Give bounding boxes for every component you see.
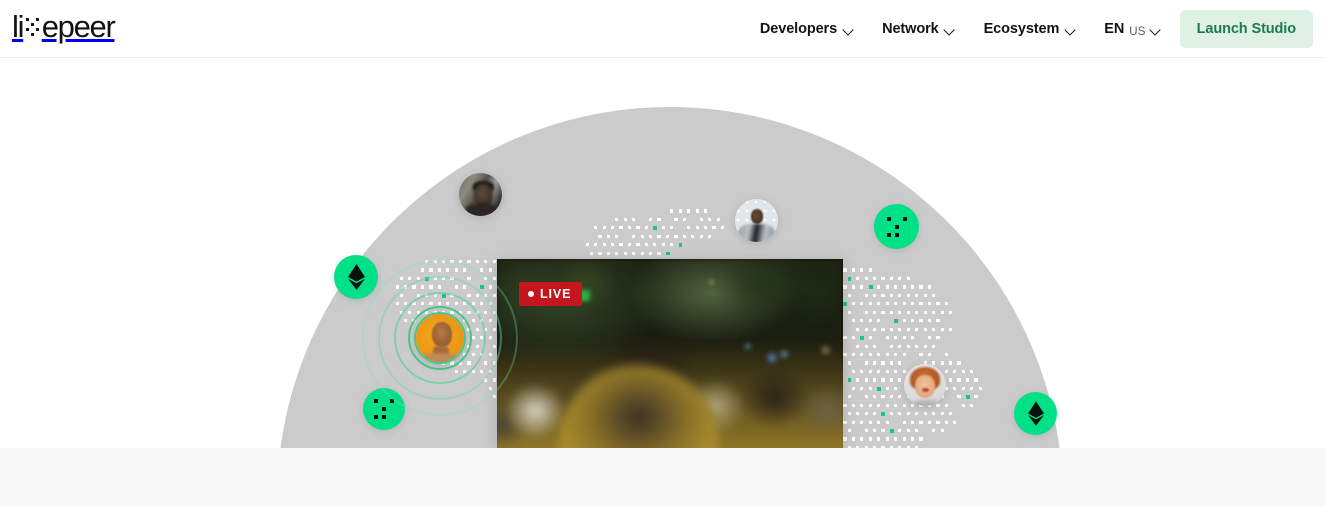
logo-wordmark: li epeer bbox=[12, 8, 116, 44]
language-selector[interactable]: EN US bbox=[1090, 13, 1171, 45]
page-root: li epeer Developers Network Ecosystem EN… bbox=[0, 0, 1325, 506]
live-video-card[interactable]: LIVE bbox=[497, 259, 843, 448]
hero-section: LIVE bbox=[0, 59, 1325, 448]
livepeer-dot-matrix-mark-icon bbox=[374, 399, 394, 419]
language-code: EN bbox=[1104, 21, 1125, 37]
nav-item-ecosystem-label: Ecosystem bbox=[983, 21, 1060, 37]
avatar-image bbox=[459, 173, 502, 216]
page-body: LIVE bbox=[0, 59, 1325, 506]
livepeer-badge-top[interactable] bbox=[874, 204, 919, 249]
livepeer-badge-left[interactable] bbox=[363, 388, 405, 430]
avatar-image bbox=[904, 364, 946, 406]
livepeer-dot-matrix-mark-icon bbox=[26, 18, 40, 36]
logo-link[interactable]: li epeer bbox=[12, 7, 116, 45]
avatar-top-left[interactable] bbox=[459, 173, 502, 216]
nav-item-developers[interactable]: Developers bbox=[746, 13, 868, 45]
nav-item-developers-label: Developers bbox=[759, 21, 838, 37]
live-status-badge: LIVE bbox=[519, 282, 583, 306]
avatar-image bbox=[735, 199, 778, 242]
chevron-down-icon bbox=[1151, 26, 1162, 33]
avatar-image bbox=[414, 312, 466, 364]
nav-item-ecosystem[interactable]: Ecosystem bbox=[970, 13, 1091, 45]
nav-item-network[interactable]: Network bbox=[868, 13, 970, 45]
nav-item-network-label: Network bbox=[882, 21, 939, 37]
launch-studio-button[interactable]: Launch Studio bbox=[1179, 10, 1313, 48]
livepeer-icon bbox=[363, 388, 405, 430]
live-badge-label: LIVE bbox=[540, 287, 572, 301]
eth-badge-right[interactable] bbox=[1014, 392, 1057, 435]
chevron-down-icon bbox=[1065, 26, 1076, 33]
eth-badge-left[interactable] bbox=[334, 255, 378, 299]
ethereum-icon bbox=[1014, 392, 1057, 435]
main-navigation: Developers Network Ecosystem EN US Launc… bbox=[746, 0, 1313, 58]
ethereum-icon bbox=[334, 255, 378, 299]
logo-text-after: epeer bbox=[41, 8, 116, 44]
livepeer-dot-matrix-mark-icon bbox=[886, 216, 907, 237]
chevron-down-icon bbox=[843, 26, 854, 33]
livepeer-icon bbox=[874, 204, 919, 249]
avatar-right[interactable] bbox=[904, 364, 946, 406]
lower-section bbox=[0, 448, 1325, 506]
logo-text-before: li bbox=[12, 8, 25, 44]
chevron-down-icon bbox=[945, 26, 956, 33]
live-dot-icon bbox=[528, 291, 534, 297]
region-code: US bbox=[1129, 26, 1146, 38]
site-header: li epeer Developers Network Ecosystem EN… bbox=[0, 0, 1325, 58]
avatar-top-center[interactable] bbox=[735, 199, 778, 242]
